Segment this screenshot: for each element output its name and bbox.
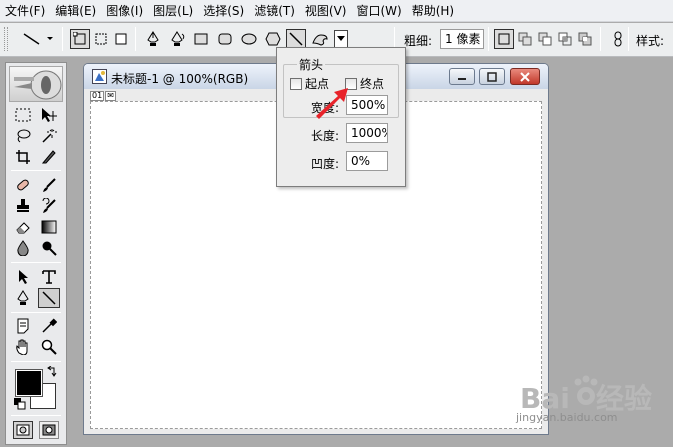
pen-tool-icon[interactable] [143,29,163,49]
concavity-label: 凹度: [310,157,339,171]
link-icon[interactable] [608,29,628,49]
freeform-pen-icon[interactable] [168,29,188,49]
weight-label: 粗细: [404,34,433,48]
paths-button[interactable] [91,29,111,49]
mail-icon: ✉ [105,91,116,101]
marquee-tool-icon[interactable] [12,105,34,125]
ellipse-shape-icon[interactable] [239,29,259,49]
toolbox-logo [9,66,63,102]
foreground-color-swatch[interactable] [15,369,43,397]
quick-mask-mode-button[interactable] [39,421,59,439]
length-label: 长度: [310,129,339,143]
add-to-shape-area-icon[interactable] [515,29,535,49]
geometry-options-dropdown[interactable] [334,30,348,48]
maximize-button[interactable] [479,68,505,85]
lasso-tool-icon[interactable] [12,126,34,146]
end-label: 终点 [360,77,385,91]
type-tool-icon[interactable] [38,267,60,287]
style-label: 样式: [636,34,665,48]
hand-tool-icon[interactable] [12,337,34,357]
width-input[interactable]: 500% [346,95,388,115]
arrowheads-legend: 箭头 [297,56,326,73]
slice-tool-icon[interactable] [38,147,60,167]
weight-input[interactable]: 1 像素 [440,29,484,49]
menu-file[interactable]: 文件(F) [0,1,50,21]
subtract-shape-area-icon[interactable] [535,29,555,49]
concavity-input[interactable]: 0% [346,151,388,171]
length-input[interactable]: 1000% [346,123,388,143]
rounded-rectangle-icon[interactable] [215,29,235,49]
document-status-tags: 01 ✉ [90,91,117,101]
watermark-url: jingyan.baidu.com [516,411,618,424]
shape-layers-button[interactable] [70,29,90,49]
intersect-shape-areas-icon[interactable] [555,29,575,49]
menu-window[interactable]: 窗口(W) [351,1,406,21]
custom-shape-icon[interactable] [310,29,330,49]
dodge-tool-icon[interactable] [38,238,60,258]
magic-wand-icon[interactable] [38,126,60,146]
menu-layer[interactable]: 图层(L) [148,1,198,21]
fill-pixels-button[interactable] [111,29,131,49]
status-tag: 01 [90,91,105,101]
exclude-overlapping-areas-icon[interactable] [575,29,595,49]
blur-tool-icon[interactable] [12,238,34,258]
start-checkbox[interactable] [290,77,302,90]
eyedropper-tool-icon[interactable] [38,316,60,336]
close-icon [520,71,530,82]
gradient-tool-icon[interactable] [38,217,60,237]
toolbox-panel [5,62,67,445]
polygon-shape-icon[interactable] [263,29,283,49]
create-new-shape-layer-icon[interactable] [494,29,514,49]
line-shape-icon[interactable] [286,29,306,49]
bar-grip[interactable] [4,27,8,51]
move-tool-icon[interactable] [38,105,60,125]
history-brush-icon[interactable] [38,196,60,216]
standard-mode-button[interactable] [13,421,33,439]
close-button[interactable] [510,68,540,85]
menu-image[interactable]: 图像(I) [101,1,148,21]
zoom-tool-icon[interactable] [38,337,60,357]
menu-filter[interactable]: 滤镜(T) [249,1,300,21]
menu-select[interactable]: 选择(S) [198,1,249,21]
menu-edit[interactable]: 编辑(E) [50,1,101,21]
healing-brush-icon[interactable] [12,175,34,195]
clone-stamp-icon[interactable] [12,196,34,216]
brush-tool-icon[interactable] [38,175,60,195]
tool-preset-picker[interactable] [20,29,54,49]
pen-tool-box-icon[interactable] [12,288,34,308]
photoshop-document-icon [92,69,107,84]
crop-tool-icon[interactable] [12,147,34,167]
minimize-icon [458,77,466,80]
minimize-button[interactable] [449,68,475,85]
notes-tool-icon[interactable] [12,316,34,336]
document-title: 未标题-1 @ 100%(RGB) [111,72,249,86]
default-colors-icon[interactable] [14,398,26,410]
rectangle-shape-icon[interactable] [191,29,211,49]
line-tool-icon[interactable] [38,288,60,308]
menu-help[interactable]: 帮助(H) [407,1,459,21]
menu-bar: 文件(F) 编辑(E) 图像(I) 图层(L) 选择(S) 滤镜(T) 视图(V… [0,0,673,22]
annotation-arrow-icon [316,88,348,119]
maximize-icon [487,71,497,82]
menu-view[interactable]: 视图(V) [300,1,352,21]
path-selection-icon[interactable] [12,267,34,287]
swap-colors-icon[interactable] [46,365,58,378]
eraser-tool-icon[interactable] [12,217,34,237]
